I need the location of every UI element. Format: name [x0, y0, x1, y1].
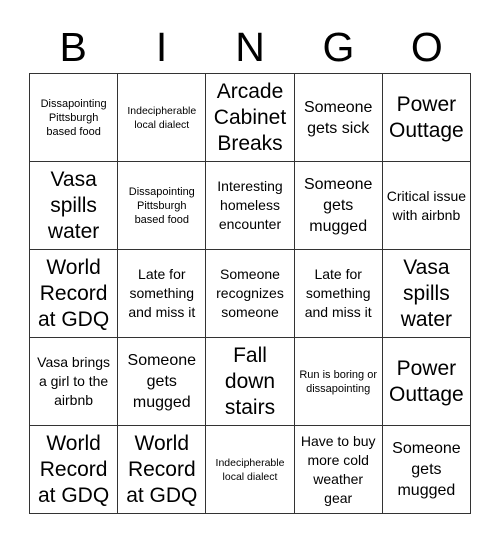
- bingo-cell-text: Vasa spills water: [47, 167, 100, 243]
- bingo-cell[interactable]: Vasa spills water: [382, 250, 471, 338]
- bingo-cell-text: Have to buy more cold weather gear: [300, 432, 376, 506]
- bingo-cell-text: Critical issue with airbnb: [386, 187, 467, 223]
- bingo-cell[interactable]: Indecipherable local dialect: [118, 74, 207, 162]
- bingo-cell-text: World Record at GDQ: [38, 431, 110, 507]
- bingo-cell-text: Someone gets sick: [303, 98, 373, 137]
- bingo-cell[interactable]: Power Outtage: [382, 338, 471, 426]
- bingo-cell[interactable]: Someone gets mugged: [382, 426, 471, 514]
- bingo-cell-text: Dissapointing Pittsburgh based food: [128, 185, 195, 226]
- bingo-cell-text: Arcade Cabinet Breaks: [213, 79, 287, 155]
- bingo-cell[interactable]: Dissapointing Pittsburgh based food: [30, 74, 119, 162]
- bingo-cell-text: Someone gets mugged: [392, 440, 461, 499]
- bingo-header: B I N G O: [29, 22, 471, 72]
- bingo-cell[interactable]: Have to buy more cold weather gear: [294, 426, 383, 514]
- bingo-cell[interactable]: Critical issue with airbnb: [382, 162, 471, 250]
- bingo-cell-text: Run is boring or dissapointing: [299, 368, 378, 395]
- header-letter-o: O: [410, 24, 443, 70]
- bingo-cell[interactable]: Indecipherable local dialect: [206, 426, 295, 514]
- bingo-cell-text: Someone recognizes someone: [216, 266, 284, 320]
- bingo-cell-text: Late for something and miss it: [128, 266, 196, 320]
- bingo-cell[interactable]: Power Outtage: [382, 74, 471, 162]
- bingo-cell-text: World Record at GDQ: [38, 255, 110, 331]
- bingo-cell-text: World Record at GDQ: [126, 431, 198, 507]
- bingo-cell[interactable]: Someone gets mugged: [118, 338, 207, 426]
- bingo-cell[interactable]: Interesting homeless encounter: [206, 162, 295, 250]
- bingo-cell[interactable]: Someone gets mugged: [294, 162, 383, 250]
- bingo-cell-text: Power Outtage: [389, 356, 464, 406]
- bingo-cell-text: Someone gets mugged: [303, 176, 373, 235]
- bingo-cell-text: Power Outtage: [389, 92, 464, 142]
- bingo-cell[interactable]: Fall down stairs: [206, 338, 295, 426]
- bingo-cell-text: Vasa brings a girl to the airbnb: [37, 354, 111, 408]
- bingo-cell[interactable]: World Record at GDQ: [30, 426, 119, 514]
- header-letter-b: B: [59, 24, 87, 70]
- bingo-cell[interactable]: Arcade Cabinet Breaks: [206, 74, 295, 162]
- bingo-cell-text: Vasa spills water: [400, 255, 453, 331]
- bingo-cell-text: Fall down stairs: [224, 343, 276, 419]
- bingo-cell[interactable]: Dissapointing Pittsburgh based food: [118, 162, 207, 250]
- bingo-cell[interactable]: Late for something and miss it: [118, 250, 207, 338]
- bingo-cell[interactable]: World Record at GDQ: [118, 426, 207, 514]
- bingo-cell-text: Late for something and miss it: [304, 266, 372, 320]
- bingo-cell[interactable]: Late for something and miss it: [294, 250, 383, 338]
- bingo-cell[interactable]: World Record at GDQ: [30, 250, 119, 338]
- bingo-board: Dissapointing Pittsburgh based food Indec…: [29, 73, 471, 514]
- bingo-cell[interactable]: Someone recognizes someone: [206, 250, 295, 338]
- bingo-cell-text: Dissapointing Pittsburgh based food: [40, 97, 107, 138]
- bingo-cell[interactable]: Vasa spills water: [30, 162, 119, 250]
- bingo-cell-text: Indecipherable local dialect: [215, 456, 285, 483]
- header-letter-n: N: [235, 24, 265, 70]
- bingo-cell-text: Someone gets mugged: [127, 352, 197, 411]
- header-letter-i: I: [155, 24, 168, 70]
- bingo-cell[interactable]: Run is boring or dissapointing: [294, 338, 383, 426]
- header-letter-g: G: [322, 24, 355, 70]
- bingo-cell[interactable]: Someone gets sick: [294, 74, 383, 162]
- bingo-cell-text: Interesting homeless encounter: [217, 178, 283, 232]
- bingo-cell-text: Indecipherable local dialect: [127, 104, 197, 131]
- bingo-cell[interactable]: Vasa brings a girl to the airbnb: [30, 338, 119, 426]
